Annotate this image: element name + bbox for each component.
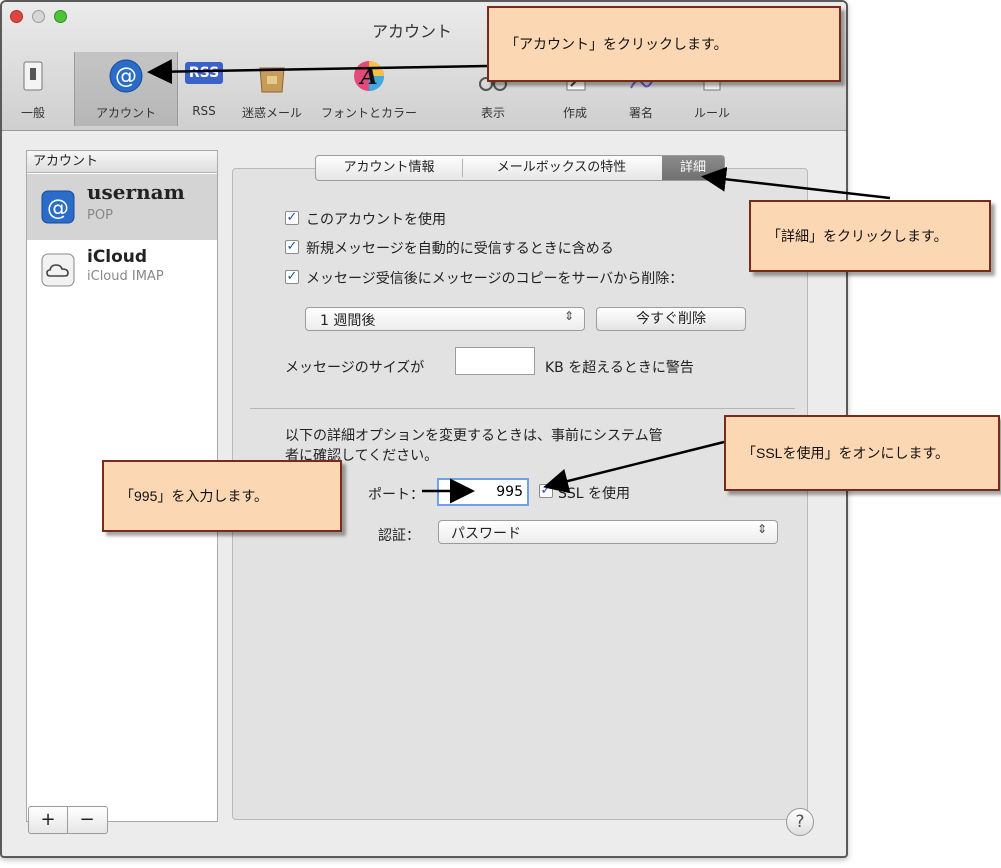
arrow-to-advanced-tab bbox=[701, 166, 891, 200]
arrow-to-accounts bbox=[147, 59, 488, 85]
annotation-arrows bbox=[147, 59, 891, 504]
arrow-to-ssl bbox=[543, 440, 725, 494]
